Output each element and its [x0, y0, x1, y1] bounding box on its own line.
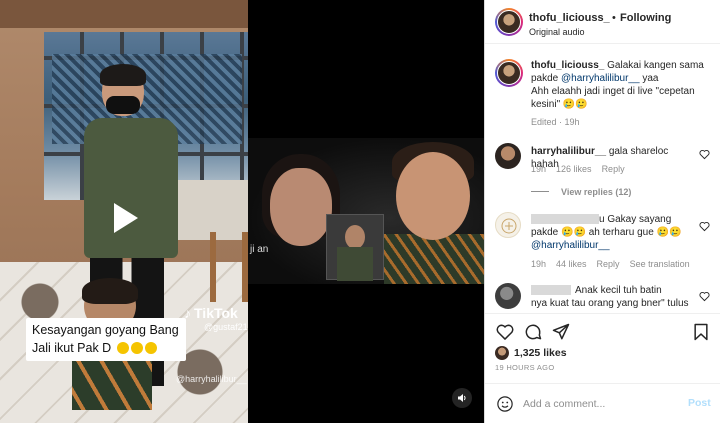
caption-username[interactable]: thofu_liciouss_: [531, 60, 604, 71]
liker-avatar: [495, 346, 509, 360]
author-avatar[interactable]: [495, 8, 523, 36]
caption-mention[interactable]: @harryhalilibur__: [561, 73, 640, 84]
comments-list[interactable]: thofu_liciouss_ Galakai kangen sama pakd…: [485, 45, 720, 313]
tiktok-brand: TikTok: [194, 305, 238, 321]
video-caption-line1: Kesayangan goyang Bang: [32, 323, 179, 337]
see-translation-button[interactable]: See translation: [630, 259, 690, 269]
heart-outline-icon[interactable]: [699, 291, 710, 302]
tiktok-note-icon: ♪: [184, 305, 191, 321]
likes-row[interactable]: 1,325 likes: [495, 346, 567, 360]
post-button[interactable]: Post: [688, 397, 711, 409]
comment-time: 19h: [531, 164, 547, 174]
volume-icon[interactable]: [452, 388, 472, 408]
video-caption-line2: Jali ikut Pak D: [32, 341, 112, 355]
stool: [210, 232, 248, 302]
comment-2-line1: u Gakay sayang: [599, 214, 672, 225]
boy-shirt: [384, 234, 484, 284]
caption-meta: Edited · 19h: [531, 117, 580, 127]
commenter-avatar[interactable]: [495, 283, 521, 309]
live-video-panel[interactable]: ji an: [248, 138, 484, 284]
post-time-ago: 19 HOURS AGO: [495, 363, 555, 372]
heart-outline-icon[interactable]: [699, 149, 710, 160]
inset-video: [326, 214, 384, 281]
comment-icon[interactable]: [523, 322, 543, 342]
separator-dot: •: [612, 12, 616, 24]
likes-count[interactable]: 1,325 likes: [514, 347, 567, 359]
post-media[interactable]: Kesayangan goyang Bang Jali ikut Pak D ♪…: [0, 0, 484, 423]
redacted-username: [531, 214, 599, 224]
comment-likes[interactable]: 44 likes: [556, 259, 587, 269]
comment-3-line2: nya kuat tau orang yang bner" tulus: [531, 298, 689, 309]
play-icon[interactable]: [112, 202, 140, 234]
view-replies-link[interactable]: View replies (12): [561, 187, 631, 197]
caption-avatar[interactable]: [495, 59, 523, 87]
comment-username[interactable]: harryhalilibur__: [531, 146, 606, 157]
comment-text: pakde 🥲🥲 ah terharu gue 🥲🥲: [531, 227, 682, 238]
share-icon[interactable]: [551, 322, 571, 342]
redacted-username: [531, 285, 571, 295]
watermark-handle: @harryhalilibur__: [176, 374, 247, 384]
commenter-avatar[interactable]: [495, 143, 521, 169]
commenter-avatar[interactable]: [495, 212, 521, 238]
comment-mention[interactable]: @harryhalilibur__: [531, 240, 610, 251]
emoji-icon: [144, 342, 157, 354]
tiktok-handle: @gustaf21: [204, 322, 248, 332]
following-button[interactable]: Following: [620, 12, 671, 24]
post-sidebar: thofu_liciouss_ • Following Original aud…: [484, 0, 720, 423]
original-audio-link[interactable]: Original audio: [529, 27, 585, 37]
comment-time: 19h: [531, 259, 547, 269]
ceiling: [0, 0, 248, 28]
save-bookmark-icon[interactable]: [691, 322, 711, 342]
heart-outline-icon[interactable]: [699, 221, 710, 232]
reply-button[interactable]: Reply: [597, 259, 620, 269]
emoji-icon: [116, 342, 129, 354]
post-caption: thofu_liciouss_ Galakai kangen sama pakd…: [531, 59, 713, 111]
crest-icon: [501, 218, 517, 234]
video-caption: Kesayangan goyang Bang Jali ikut Pak D: [26, 318, 186, 361]
comment-composer: Post: [485, 383, 720, 423]
caption-text-end: yaa: [642, 73, 659, 84]
like-heart-icon[interactable]: [495, 322, 515, 342]
comment-meta: 19h 126 likes Reply: [531, 164, 625, 174]
comment-input[interactable]: [523, 395, 673, 413]
author-username[interactable]: thofu_liciouss_: [529, 12, 610, 24]
reply-button[interactable]: Reply: [602, 164, 625, 174]
comment-2: pakde 🥲🥲 ah terharu gue 🥲🥲 @harryhalilib…: [531, 226, 701, 252]
post-header: thofu_liciouss_ • Following Original aud…: [485, 0, 720, 44]
comment-likes[interactable]: 126 likes: [556, 164, 592, 174]
emoji-smiley-icon[interactable]: [496, 395, 514, 413]
inset-label: ji an: [250, 244, 269, 255]
comment-meta: 19h 44 likes Reply See translation: [531, 259, 690, 269]
view-replies-line: [531, 191, 549, 192]
view-replies-text[interactable]: View replies (12): [561, 187, 631, 197]
comment-3-line1: Anak kecil tuh batin: [575, 285, 662, 296]
caption-line2: Ahh elaahh jadi inget di live "cepetan k…: [531, 86, 695, 110]
caption-edited-time: Edited · 19h: [531, 117, 580, 127]
tiktok-logo: ♪ TikTok: [184, 305, 238, 321]
emoji-icon: [130, 342, 143, 354]
post-actions: 1,325 likes 19 HOURS AGO: [485, 313, 720, 383]
